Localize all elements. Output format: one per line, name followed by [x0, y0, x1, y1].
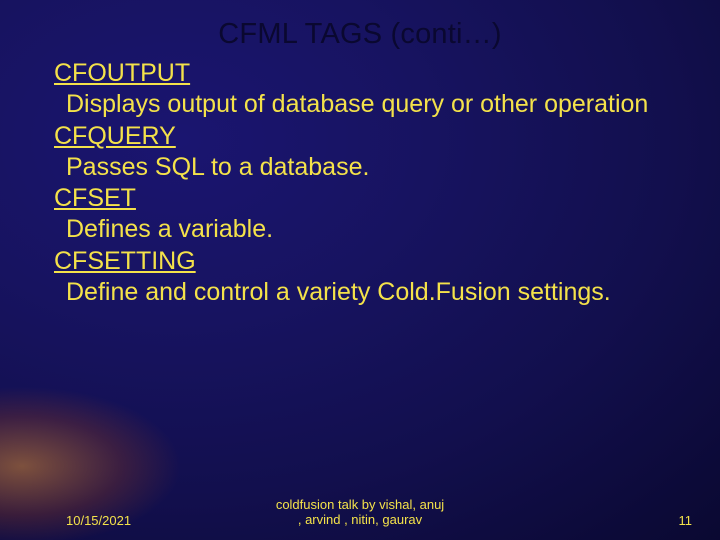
footer-center-line2: , arvind , nitin, gaurav [298, 512, 422, 527]
tag-name: CFQUERY [54, 121, 680, 152]
slide-body: CFOUTPUT Displays output of database que… [54, 58, 680, 308]
slide: CFML TAGS (conti…) CFOUTPUT Displays out… [0, 0, 720, 540]
footer-page-number: 11 [679, 513, 693, 528]
tag-name: CFOUTPUT [54, 58, 680, 89]
slide-title: CFML TAGS (conti…) [0, 18, 720, 51]
footer-center-line1: coldfusion talk by vishal, anuj [276, 497, 444, 512]
tag-desc: Define and control a variety Cold.Fusion… [54, 277, 680, 308]
tag-name: CFSET [54, 183, 680, 214]
tag-desc: Passes SQL to a database. [54, 152, 680, 183]
tag-name: CFSETTING [54, 246, 680, 277]
tag-desc: Defines a variable. [54, 214, 680, 245]
tag-desc: Displays output of database query or oth… [54, 89, 680, 120]
footer-center: coldfusion talk by vishal, anuj , arvind… [0, 498, 720, 528]
